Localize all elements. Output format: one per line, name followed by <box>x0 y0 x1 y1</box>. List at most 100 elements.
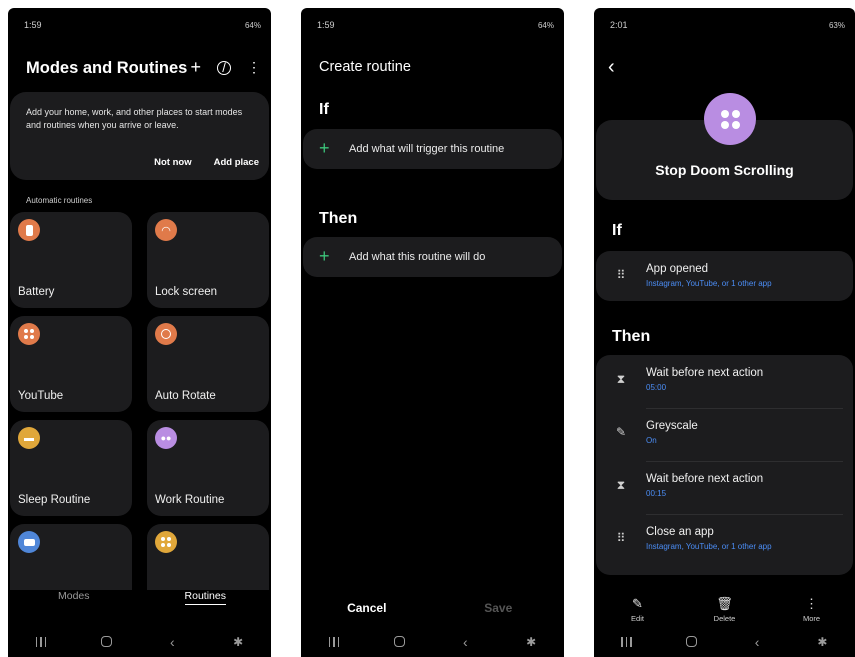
then-action-row[interactable]: ✎ Greyscale On <box>596 408 853 460</box>
modes-routines-screen: 1:59 64% Modes and Routines + / ⋮ Add yo… <box>8 8 271 657</box>
apps-icon: ⠿ <box>616 531 626 545</box>
page-title: Modes and Routines <box>26 59 188 77</box>
battery-level: 63% <box>828 20 845 30</box>
eyedropper-icon: ✎ <box>615 425 627 439</box>
condition-subtitle: Instagram, YouTube, or 1 other app <box>646 279 772 288</box>
plus-icon: + <box>319 138 330 158</box>
system-nav-bar: ‹ ✱ <box>594 627 855 657</box>
condition-title: App opened <box>646 263 709 275</box>
routine-tile-car[interactable] <box>10 524 132 590</box>
tab-modes[interactable]: Modes <box>8 590 140 620</box>
then-heading: Then <box>319 210 358 227</box>
more-button[interactable]: ⋮ More <box>768 596 855 623</box>
accessibility-icon[interactable]: ✱ <box>218 635 258 649</box>
then-heading: Then <box>612 328 651 345</box>
edit-button[interactable]: ✎ Edit <box>594 596 681 623</box>
home-button[interactable] <box>87 634 127 650</box>
tile-label: Auto Rotate <box>155 390 216 402</box>
apps-icon: ⠿ <box>616 268 626 282</box>
tile-label: Work Routine <box>155 494 225 506</box>
if-condition-row[interactable]: ⠿ App opened Instagram, YouTube, or 1 ot… <box>596 251 853 303</box>
add-place-button[interactable]: Add place <box>214 157 259 168</box>
create-routine-screen: 1:59 64% Create routine If + Add what wi… <box>301 8 564 657</box>
routine-apps-icon <box>704 93 756 145</box>
system-nav-bar: ‹ ✱ <box>8 627 271 657</box>
page-title: Create routine <box>319 59 411 75</box>
action-subtitle: 05:00 <box>646 383 667 392</box>
status-time: 1:59 <box>24 20 42 30</box>
routine-tile-auto-rotate[interactable]: Auto Rotate <box>147 316 269 412</box>
routine-name: Stop Doom Scrolling <box>655 162 794 178</box>
wifi-icon: ◠ <box>155 219 177 241</box>
status-time: 1:59 <box>317 20 335 30</box>
action-subtitle: On <box>646 436 657 445</box>
if-card: ⠿ App opened Instagram, YouTube, or 1 ot… <box>596 251 853 301</box>
routine-tile-apps[interactable] <box>147 524 269 590</box>
routine-tile-lock-screen[interactable]: ◠ Lock screen <box>147 212 269 308</box>
add-place-banner: Add your home, work, and other places to… <box>10 92 269 180</box>
routine-tile-youtube[interactable]: YouTube <box>10 316 132 412</box>
routine-tile-battery[interactable]: Battery <box>10 212 132 308</box>
accessibility-icon[interactable]: ✱ <box>511 635 551 649</box>
accessibility-icon[interactable]: ✱ <box>802 635 842 649</box>
bottom-tabs: Modes Routines <box>8 590 271 620</box>
apps-icon <box>18 323 40 345</box>
add-icon[interactable]: + <box>190 57 201 78</box>
status-time: 2:01 <box>610 20 628 30</box>
rotate-icon <box>155 323 177 345</box>
if-heading: If <box>319 101 329 118</box>
tile-label: Sleep Routine <box>18 494 91 506</box>
apps-icon <box>155 531 177 553</box>
battery-level: 64% <box>537 20 554 30</box>
recents-button[interactable] <box>21 634 61 650</box>
cancel-button[interactable]: Cancel <box>301 601 433 615</box>
back-button[interactable]: ‹ <box>737 634 777 650</box>
routine-tile-work[interactable]: ●● Work Routine <box>147 420 269 516</box>
home-button[interactable] <box>672 634 712 650</box>
routine-tile-sleep[interactable]: ▬ Sleep Routine <box>10 420 132 516</box>
action-title: Wait before next action <box>646 367 764 379</box>
more-options-icon: ⋮ <box>805 596 818 611</box>
then-action-row[interactable]: ⧗ Wait before next action 05:00 <box>596 355 853 407</box>
then-action-row[interactable]: ⠿ Close an app Instagram, YouTube, or 1 … <box>596 514 853 566</box>
battery-icon <box>18 219 40 241</box>
back-button[interactable]: ‹ <box>445 634 485 650</box>
recents-button[interactable] <box>314 634 354 650</box>
back-arrow-icon[interactable]: ‹ <box>608 56 615 79</box>
status-bar: 1:59 64% <box>317 18 554 32</box>
people-icon: ●● <box>155 427 177 449</box>
pencil-icon: ✎ <box>632 596 643 611</box>
routine-detail-screen: 2:01 63% ‹ Stop Doom Scrolling If ⠿ App … <box>594 8 855 657</box>
action-title: Close an app <box>646 526 714 538</box>
plus-icon: + <box>319 246 330 266</box>
discover-icon[interactable]: / <box>217 60 231 75</box>
hourglass-icon: ⧗ <box>616 478 626 492</box>
back-button[interactable]: ‹ <box>152 634 192 650</box>
add-action-label: Add what this routine will do <box>349 251 486 263</box>
recents-button[interactable] <box>607 634 647 650</box>
section-label: Automatic routines <box>26 196 93 205</box>
tab-routines[interactable]: Routines <box>140 590 272 620</box>
home-button[interactable] <box>380 634 420 650</box>
status-bar: 1:59 64% <box>24 18 261 32</box>
banner-text: Add your home, work, and other places to… <box>26 107 243 130</box>
save-button[interactable]: Save <box>433 601 565 615</box>
add-action-row[interactable]: + Add what this routine will do <box>303 237 562 277</box>
car-icon <box>18 531 40 553</box>
more-options-icon[interactable]: ⋮ <box>247 59 261 76</box>
tile-label: YouTube <box>18 390 64 402</box>
system-nav-bar: ‹ ✱ <box>301 627 564 657</box>
delete-button[interactable]: 🗑 Delete <box>681 596 768 623</box>
bottom-action-bar: ✎ Edit 🗑 Delete ⋮ More <box>594 596 855 623</box>
then-action-row[interactable]: ⧗ Wait before next action 00:15 <box>596 461 853 513</box>
status-bar: 2:01 63% <box>610 18 845 32</box>
then-card: ⧗ Wait before next action 05:00 ✎ Greysc… <box>596 355 853 575</box>
add-trigger-row[interactable]: + Add what will trigger this routine <box>303 129 562 169</box>
hourglass-icon: ⧗ <box>616 372 626 386</box>
battery-level: 64% <box>244 20 261 30</box>
trash-icon: 🗑 <box>716 596 733 611</box>
action-title: Greyscale <box>646 420 698 432</box>
action-subtitle: 00:15 <box>646 489 667 498</box>
not-now-button[interactable]: Not now <box>154 157 191 168</box>
action-subtitle: Instagram, YouTube, or 1 other app <box>646 542 772 551</box>
